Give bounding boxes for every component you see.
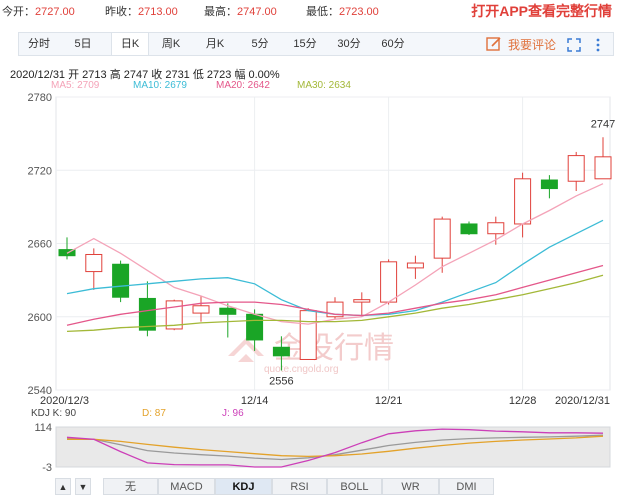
annotation-label: 2556 — [269, 375, 293, 387]
y-tick-label: 2780 — [28, 92, 52, 104]
candle-up — [567, 151, 585, 192]
candle-up — [299, 308, 317, 360]
candle-down — [540, 175, 558, 199]
legend-kdj-j: J: 96 — [222, 408, 244, 419]
scroll-down-button[interactable]: ▼ — [75, 478, 91, 495]
open-app-link[interactable]: 打开APP查看完整行情 — [471, 1, 612, 21]
candle-body — [192, 305, 210, 314]
tab-30min[interactable]: 30分 — [331, 33, 367, 55]
candle-body — [487, 222, 505, 235]
legend-kdj-d: D: 87 — [142, 408, 166, 419]
candle-down — [460, 221, 478, 235]
candle-down — [138, 281, 156, 337]
edit-icon — [486, 37, 501, 51]
y-tick-label: 2660 — [28, 239, 52, 251]
candle-body — [353, 299, 371, 303]
candlestick-chart: 278027202660260025402020/12/3 12/14 12/21 1… — [28, 92, 616, 474]
candle-up — [85, 248, 103, 290]
watermark-logo-icon — [228, 338, 264, 362]
kdj-panel-frame — [55, 426, 611, 468]
candle-body — [594, 156, 612, 180]
scroll-up-button[interactable]: ▲ — [55, 478, 71, 495]
y-tick-label: 2720 — [28, 165, 52, 177]
tab-intraday[interactable]: 分时 — [21, 33, 57, 55]
indicator-macd[interactable]: MACD — [158, 478, 215, 495]
low-price: 最低：2723.00 — [306, 6, 379, 18]
indicator-rsi[interactable]: RSI — [272, 478, 327, 495]
x-tick-label: 12/21 — [375, 395, 403, 407]
candle-up — [406, 255, 424, 279]
annotation-label: 2747 — [591, 118, 615, 130]
comment-button[interactable]: 我要评论 — [486, 36, 556, 53]
candle-body — [299, 310, 317, 360]
candle-down — [219, 303, 237, 338]
candle-body — [138, 297, 156, 331]
tab-5day[interactable]: 5日 — [65, 33, 101, 55]
candle-body — [112, 263, 130, 298]
candle-body — [246, 313, 264, 341]
candle-body — [460, 223, 478, 235]
high-price: 最高：2747.00 — [204, 6, 277, 18]
indicator-kdj[interactable]: KDJ — [215, 478, 272, 495]
more-menu-icon[interactable] — [595, 38, 601, 52]
quote-bar: 今开：2727.00 昨收：2713.00 最高：2747.00 最低：2723… — [0, 0, 618, 21]
tab-5min[interactable]: 5分 — [243, 33, 277, 55]
candle-body — [406, 262, 424, 269]
indicator-wr[interactable]: WR — [382, 478, 439, 495]
tab-monthly-k[interactable]: 月K — [197, 33, 233, 55]
indicator-dmi[interactable]: DMI — [439, 478, 494, 495]
watermark-subtext: quote.cngold.org — [264, 364, 339, 375]
open-price: 今开：2727.00 — [2, 6, 75, 18]
tab-60min[interactable]: 60分 — [375, 33, 411, 55]
candle-body — [567, 155, 585, 182]
indicator-boll[interactable]: BOLL — [327, 478, 382, 495]
candle-body — [514, 178, 532, 225]
x-tick-label: 12/28 — [509, 395, 537, 407]
candle-body — [540, 179, 558, 190]
x-tick-label: 2020/12/31 — [555, 395, 610, 407]
x-tick-label: 2020/12/3 — [40, 395, 89, 407]
prev-close-price: 昨收：2713.00 — [105, 6, 178, 18]
candle-up — [192, 295, 210, 322]
candle-up — [594, 137, 612, 180]
tab-15min[interactable]: 15分 — [287, 33, 323, 55]
y-tick-label: 2600 — [28, 312, 52, 324]
candle-body — [219, 307, 237, 315]
candle-body — [380, 261, 398, 303]
tab-daily-k[interactable]: 日K — [111, 33, 149, 55]
period-tabs: 分时 5日 日K 周K 月K 5分 15分 30分 60分 我要评论 — [18, 32, 614, 56]
candle-down — [112, 260, 130, 303]
kdj-y-tick-label: 114 — [34, 422, 52, 434]
candle-up — [326, 297, 344, 320]
x-tick-label: 12/14 — [241, 395, 269, 407]
indicator-none[interactable]: 无 — [103, 478, 158, 495]
indicator-bar: ▲ ▼ 无 MACD KDJ RSI BOLL WR DMI — [0, 476, 618, 495]
candle-down — [58, 237, 76, 260]
kdj-y-tick-label: -3 — [42, 462, 52, 474]
candle-body — [272, 346, 290, 357]
tab-weekly-k[interactable]: 周K — [153, 33, 189, 55]
watermark-text: 金投行情 — [274, 332, 394, 365]
legend-kdj-k: KDJ K: 90 — [31, 408, 77, 419]
fullscreen-icon[interactable] — [567, 38, 581, 52]
candle-body — [85, 253, 103, 273]
comment-label: 我要评论 — [508, 38, 557, 52]
candle-body — [433, 218, 451, 259]
